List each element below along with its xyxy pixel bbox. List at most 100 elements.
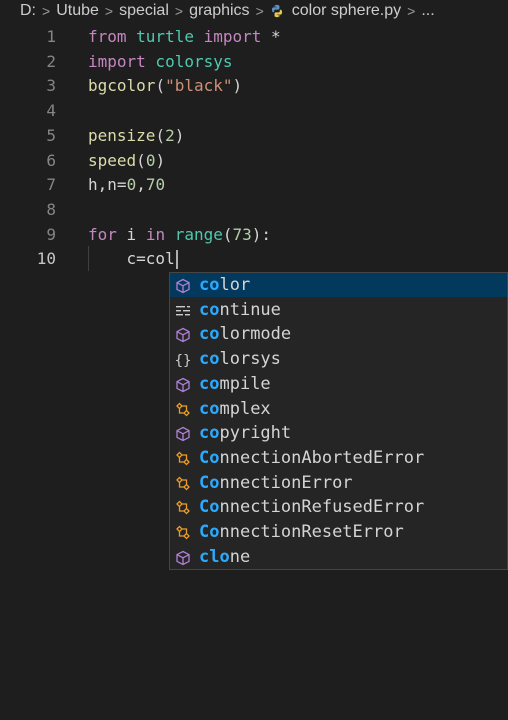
code-token: (	[155, 125, 166, 145]
code-token: )	[155, 150, 166, 170]
code-line[interactable]: 6 speed(0)	[0, 148, 508, 173]
suggest-widget: color continue colormode {} colorsys compile c…	[169, 272, 508, 570]
suggestion-label: color	[199, 275, 251, 295]
code-token: ):	[251, 224, 272, 244]
text-cursor	[175, 250, 178, 270]
chevron-right-icon: >	[104, 3, 114, 19]
code-text: import colorsys	[88, 49, 233, 74]
code-token: 73	[232, 224, 252, 244]
line-number: 2	[46, 51, 56, 71]
suggestion-label: compile	[199, 373, 271, 394]
line-number: 9	[46, 224, 56, 244]
line-number: 3	[46, 76, 56, 96]
suggestion-label: colorsys	[199, 349, 281, 370]
suggestion-item-color[interactable]: color	[170, 273, 507, 297]
chevron-right-icon: >	[174, 3, 184, 19]
suggestion-item-connectionerror[interactable]: ConnectionError	[170, 471, 507, 495]
cube-icon	[175, 277, 191, 294]
suggestion-label: ConnectionError	[199, 472, 353, 493]
line-number: 4	[46, 101, 56, 121]
code-token: import	[203, 27, 262, 46]
suggestion-item-connectionrefusederror[interactable]: ConnectionRefusedError	[170, 495, 507, 519]
suggestion-item-connectionabortederror[interactable]: ConnectionAbortedError	[170, 446, 507, 470]
keyword-icon	[175, 302, 191, 318]
line-number: 7	[46, 175, 56, 195]
breadcrumb-folder-utube[interactable]: Utube	[56, 2, 99, 20]
code-token: from	[88, 27, 127, 46]
suggestion-item-connectionreseterror[interactable]: ConnectionResetError	[170, 520, 507, 544]
code-text: bgcolor("black")	[88, 73, 242, 98]
suggestion-item-copyright[interactable]: copyright	[170, 421, 507, 445]
suggestion-item-compile[interactable]: compile	[170, 372, 507, 396]
class-icon	[175, 524, 191, 540]
code-token: ,	[136, 175, 146, 195]
code-token: c=col	[88, 249, 175, 269]
line-number: 8	[46, 199, 56, 219]
code-token: 0	[145, 150, 156, 170]
code-token: (	[155, 76, 166, 96]
suggestion-label: ConnectionResetError	[199, 522, 404, 542]
code-line[interactable]: 9 for i in range(73):	[0, 222, 508, 247]
code-line[interactable]: 5 pensize(2)	[0, 123, 508, 148]
suggestion-item-clone[interactable]: clone	[170, 545, 507, 569]
class-icon	[175, 499, 191, 515]
code-token: import	[88, 51, 146, 71]
suggestion-label: complex	[199, 398, 271, 419]
code-token: pensize	[88, 125, 156, 145]
class-icon	[175, 475, 191, 491]
code-token: speed	[88, 150, 137, 170]
suggestion-label: continue	[199, 299, 281, 320]
code-line[interactable]: 8	[0, 197, 508, 222]
code-text: c=col	[88, 246, 178, 271]
suggestion-item-continue[interactable]: continue	[170, 298, 507, 322]
cube-icon	[175, 326, 191, 343]
suggestion-item-colormode[interactable]: colormode	[170, 322, 507, 346]
code-token: ,	[97, 175, 108, 195]
code-line[interactable]: 4	[0, 98, 508, 123]
code-token: in	[145, 224, 166, 244]
suggestion-item-complex[interactable]: complex	[170, 397, 507, 421]
suggestion-label: clone	[199, 546, 251, 567]
code-token: )	[174, 125, 185, 145]
code-token: n	[107, 175, 117, 195]
code-line[interactable]: 3 bgcolor("black")	[0, 73, 508, 98]
suggestion-item-colorsys[interactable]: {} colorsys	[170, 347, 507, 371]
code-token: )	[232, 76, 243, 96]
code-token: (	[222, 224, 233, 244]
line-number: 5	[46, 125, 56, 145]
code-token: colorsys	[145, 51, 233, 71]
code-token: for	[88, 224, 117, 244]
line-number: 10	[36, 249, 56, 269]
code-line[interactable]: 10 c=col	[0, 246, 508, 272]
cube-icon	[175, 376, 191, 393]
code-token: 2	[165, 125, 175, 145]
line-number: 6	[46, 150, 56, 170]
class-icon	[175, 450, 191, 466]
suggestion-label: ConnectionAbortedError	[199, 447, 425, 468]
breadcrumb-folder-special[interactable]: special	[119, 2, 169, 20]
chevron-right-icon: >	[407, 3, 416, 19]
code-token: *	[261, 27, 281, 46]
code-text: for i in range(73):	[88, 222, 271, 247]
suggestion-label: colormode	[199, 324, 292, 345]
chevron-right-icon: >	[255, 3, 264, 19]
code-token: i	[116, 224, 146, 244]
python-file-icon	[271, 4, 282, 18]
code-token: h	[88, 175, 98, 195]
cube-icon	[175, 425, 191, 442]
code-text: speed(0)	[88, 148, 165, 173]
breadcrumb-symbol[interactable]: ...	[421, 2, 434, 20]
code-line[interactable]: 2 import colorsys	[0, 49, 508, 74]
line-number: 1	[46, 27, 56, 46]
braces-icon: {}	[175, 351, 192, 369]
cube-icon	[175, 549, 191, 565]
breadcrumb-folder-graphics[interactable]: graphics	[189, 2, 249, 20]
breadcrumb-file[interactable]: color sphere.py	[292, 2, 401, 20]
code-token: range	[174, 224, 223, 244]
suggestion-label: copyright	[199, 423, 292, 444]
code-line[interactable]: 7 h,n=0,70	[0, 172, 508, 197]
breadcrumb-drive[interactable]: D:	[20, 2, 36, 20]
code-line[interactable]: 1 from turtle import *	[0, 24, 508, 49]
code-token: =	[116, 175, 127, 195]
